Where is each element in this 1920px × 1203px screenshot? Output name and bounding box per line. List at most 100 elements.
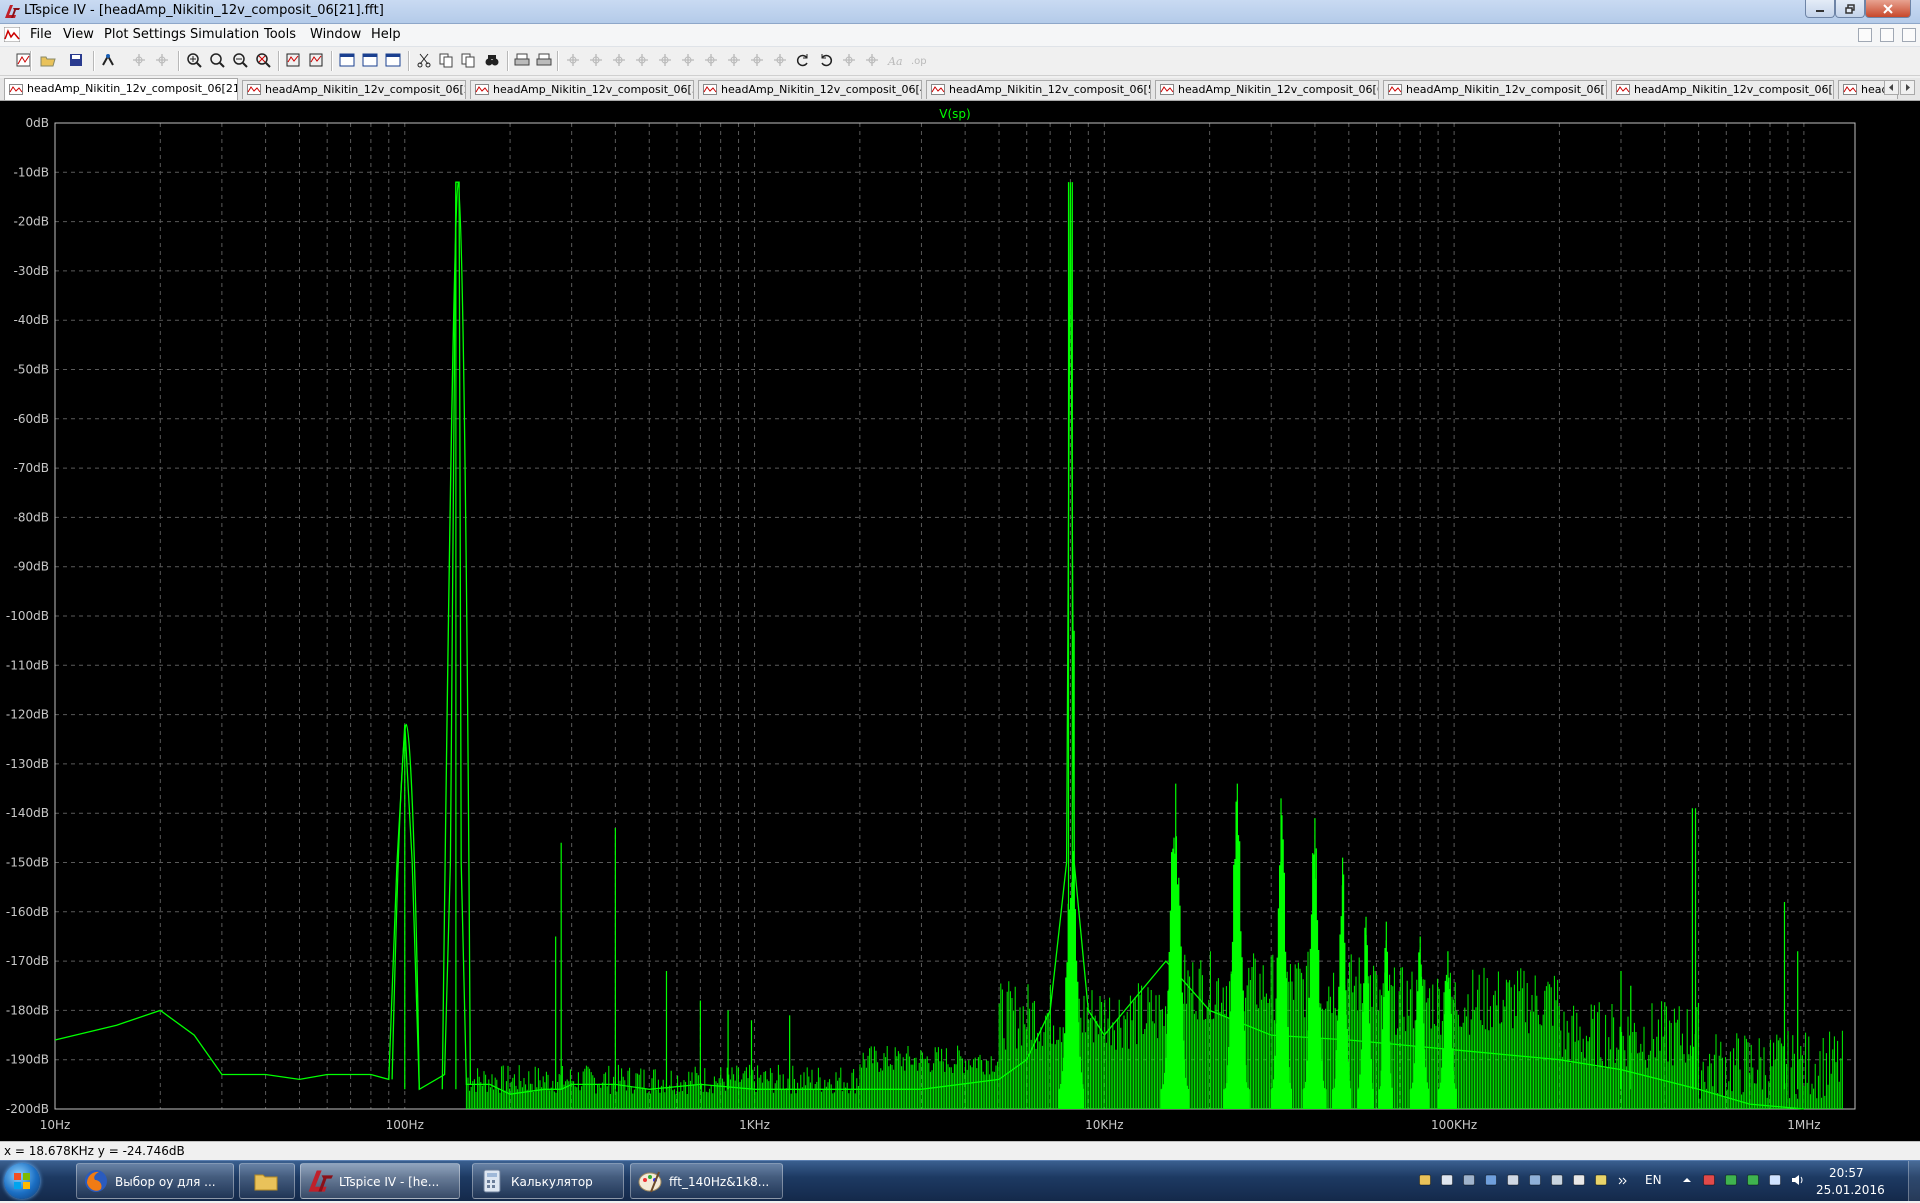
close-button[interactable] xyxy=(1865,0,1911,18)
zoom-box-icon[interactable] xyxy=(209,52,225,68)
wire-icon[interactable] xyxy=(565,52,581,68)
toolbar-separator xyxy=(408,51,410,71)
minimize-icon xyxy=(1816,9,1824,12)
document-icon[interactable] xyxy=(4,27,20,42)
spice-directive-icon[interactable]: .op xyxy=(910,52,926,68)
tray-app-icon[interactable] xyxy=(1528,1173,1542,1187)
move-icon[interactable] xyxy=(749,52,765,68)
tray-recycle-icon[interactable] xyxy=(1550,1173,1564,1187)
y-tick-label: -120dB xyxy=(6,708,49,722)
print-icon[interactable] xyxy=(514,52,530,68)
tab-8[interactable]: headAmp_Nikitin_12v_composit_06[8].fft xyxy=(1611,80,1834,99)
taskbar-ltspice[interactable]: LTspice IV - [he... xyxy=(300,1163,460,1199)
language-indicator[interactable]: EN xyxy=(1645,1173,1662,1187)
clock-time[interactable]: 20:57 xyxy=(1829,1166,1864,1180)
zoom-in-icon[interactable] xyxy=(186,52,202,68)
label-icon[interactable] xyxy=(611,52,627,68)
menu-view[interactable]: View xyxy=(63,27,94,42)
taskbar-explorer[interactable] xyxy=(239,1163,295,1199)
taskbar-calculator[interactable]: Калькулятор xyxy=(472,1163,624,1199)
tray-battery-icon[interactable] xyxy=(1746,1173,1760,1187)
y-tick-label: 0dB xyxy=(26,116,49,130)
x-tick-label: 1KHz xyxy=(739,1118,770,1132)
mdi-close-button[interactable] xyxy=(1902,28,1916,42)
tile-horizontal-icon[interactable] xyxy=(339,52,355,68)
drag-icon[interactable] xyxy=(772,52,788,68)
trace-v-sp xyxy=(54,181,1804,1110)
copy-icon[interactable] xyxy=(438,52,454,68)
save-icon[interactable] xyxy=(68,52,84,68)
control-panel-icon[interactable] xyxy=(100,52,116,68)
peak-100hz xyxy=(391,723,420,1090)
menu-tools[interactable]: Tools xyxy=(264,27,296,42)
mirror-icon[interactable] xyxy=(864,52,880,68)
tab-5[interactable]: headAmp_Nikitin_12v_composit_06[5].fft xyxy=(926,80,1151,99)
tab-1[interactable]: headAmp_Nikitin_12v_composit_06[21].fft xyxy=(4,78,238,100)
paste-icon[interactable] xyxy=(460,52,476,68)
tray-network-drive-icon[interactable] xyxy=(1462,1173,1476,1187)
fft-plot[interactable]: 0dB -10dB -20dB -30dB -40dB -50dB -60dB -70dB -8… xyxy=(0,101,1920,1141)
tray-antivirus-icon[interactable] xyxy=(1702,1173,1716,1187)
resistor-icon[interactable] xyxy=(657,52,673,68)
zoom-cancel-icon[interactable] xyxy=(255,52,271,68)
tray-doc-icon[interactable] xyxy=(1440,1173,1454,1187)
toolbar-separator xyxy=(507,51,509,71)
tray-share-icon[interactable] xyxy=(1484,1173,1498,1187)
start-button[interactable] xyxy=(4,1163,40,1199)
mdi-minimize-button[interactable] xyxy=(1858,28,1872,42)
autorange-icon[interactable] xyxy=(285,52,301,68)
ground-icon[interactable] xyxy=(588,52,604,68)
tray-volume-icon[interactable] xyxy=(1790,1173,1804,1187)
tile-vertical-icon[interactable] xyxy=(362,52,378,68)
tray-note-icon[interactable] xyxy=(1594,1173,1608,1187)
tray-update-icon[interactable] xyxy=(1724,1173,1738,1187)
restore-button[interactable] xyxy=(1835,0,1865,18)
tab-6[interactable]: headAmp_Nikitin_12v_composit_06[6].fft xyxy=(1155,80,1379,99)
menu-window[interactable]: Window xyxy=(310,27,361,42)
tab-3[interactable]: headAmp_Nikitin_12v_composit_06[3].fft xyxy=(470,80,694,99)
taskbar-firefox[interactable]: Выбор оу для ... xyxy=(76,1163,234,1199)
cascade-icon[interactable] xyxy=(385,52,401,68)
taskbar-paint[interactable]: fft_140Hz&1k8... xyxy=(630,1163,783,1199)
tab-scroll-left-button[interactable] xyxy=(1884,80,1899,95)
find-icon[interactable] xyxy=(484,52,500,68)
tray-folder-icon[interactable] xyxy=(1418,1173,1432,1187)
tab-4[interactable]: headAmp_Nikitin_12v_composit_06[4].fft xyxy=(698,80,922,99)
tray-device-icon[interactable] xyxy=(1506,1173,1520,1187)
tab-7[interactable]: headAmp_Nikitin_12v_composit_06[7].fft xyxy=(1383,80,1607,99)
y-tick-label: -30dB xyxy=(14,264,49,278)
tray-expand-icon[interactable] xyxy=(1616,1173,1630,1187)
tray-network-icon[interactable] xyxy=(1768,1173,1782,1187)
waveform-icon xyxy=(1160,84,1174,95)
halt-icon[interactable] xyxy=(154,52,170,68)
clock-date[interactable]: 25.01.2016 xyxy=(1816,1183,1885,1197)
open-icon[interactable] xyxy=(40,52,56,68)
menu-file[interactable]: File xyxy=(30,27,52,42)
run-icon[interactable] xyxy=(131,52,147,68)
tab-scroll-right-button[interactable] xyxy=(1900,80,1915,95)
restore-icon xyxy=(1845,3,1855,14)
show-desktop-button[interactable] xyxy=(1908,1161,1920,1201)
menu-help[interactable]: Help xyxy=(371,27,401,42)
menu-simulation[interactable]: Simulation xyxy=(190,27,259,42)
tray-text-icon[interactable] xyxy=(1572,1173,1586,1187)
component-icon[interactable] xyxy=(634,52,650,68)
cut-icon[interactable] xyxy=(416,52,432,68)
mdi-restore-button[interactable] xyxy=(1880,28,1894,42)
print-preview-icon[interactable] xyxy=(536,52,552,68)
zoom-out-icon[interactable] xyxy=(232,52,248,68)
inductor-icon[interactable] xyxy=(703,52,719,68)
tab-2[interactable]: headAmp_Nikitin_12v_composit_06[2].fft xyxy=(242,80,466,99)
waveform-plot-pane[interactable]: 0dB -10dB -20dB -30dB -40dB -50dB -60dB -70dB -8… xyxy=(0,101,1920,1141)
capacitor-icon[interactable] xyxy=(680,52,696,68)
menu-plot-settings[interactable]: Plot Settings xyxy=(104,27,186,42)
rotate-icon[interactable] xyxy=(841,52,857,68)
autorange-y-icon[interactable] xyxy=(308,52,324,68)
undo-icon[interactable] xyxy=(795,52,811,68)
diode-icon[interactable] xyxy=(726,52,742,68)
redo-icon[interactable] xyxy=(818,52,834,68)
text-icon[interactable]: Aa xyxy=(887,52,903,68)
minimize-button[interactable] xyxy=(1805,0,1835,18)
harmonic-cluster xyxy=(1378,940,1393,1109)
tray-up-arrow-icon[interactable] xyxy=(1680,1173,1694,1187)
